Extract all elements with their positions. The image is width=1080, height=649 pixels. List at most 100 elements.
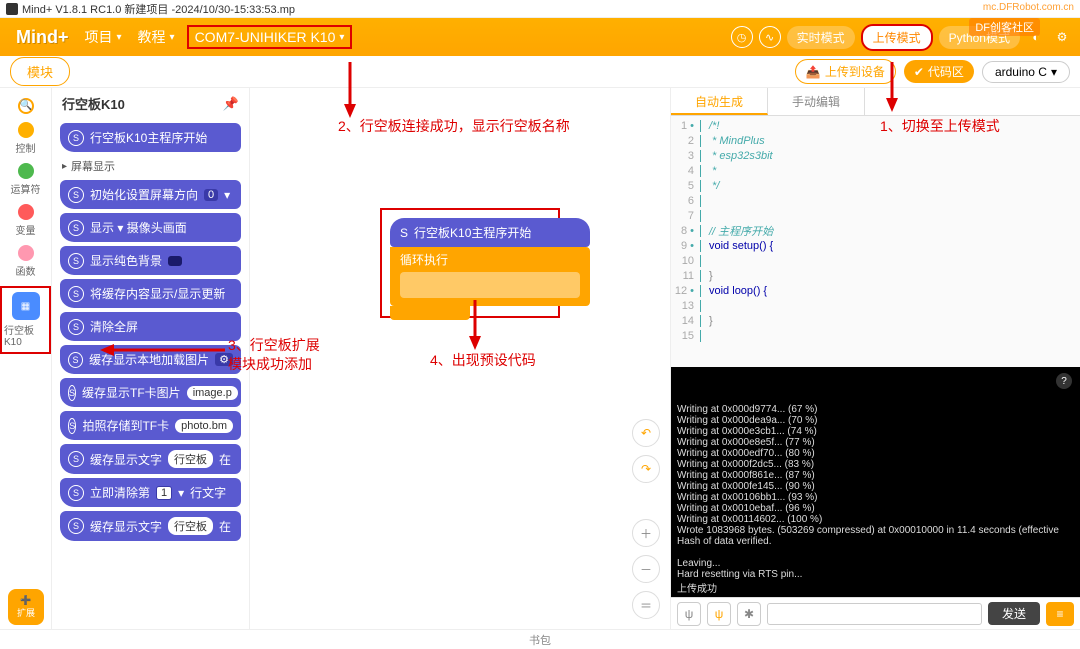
block-param[interactable]: photo.bm [175,419,233,433]
console-help-icon[interactable]: ? [1056,373,1072,389]
watermark-logo: DF创客社区 [969,18,1040,36]
serial-console[interactable]: ? Writing at 0x000d9774... (67 %) Writin… [671,367,1080,597]
chart-icon[interactable]: ∿ [759,26,781,48]
serial-send-bar: ψ ψ ✱ 发送 ≡ [671,597,1080,629]
block-show-local-image[interactable]: S缓存显示本地加载图片 ⚙ [60,345,241,374]
send-button[interactable]: 发送 [988,602,1040,625]
block-icon: S [68,418,76,434]
code-line: 8// 主程序开始 [671,223,1080,238]
block-icon: S [68,220,84,236]
category-control[interactable]: 控制 [16,122,36,155]
ext-label: 扩展 [17,606,35,619]
watermark-url: mc.DFRobot.com.cn [983,2,1074,13]
language-selector[interactable]: arduino C ▾ [982,61,1070,83]
code-view[interactable]: 1/*!2 * MindPlus3 * esp32s3bit4 *5 */678… [671,116,1080,367]
bug-icon[interactable]: ✱ [737,602,761,626]
gauge-icon[interactable]: ◷ [731,26,753,48]
menu-tutorial-label: 教程 [138,27,166,47]
upload-to-device-button[interactable]: 📤 上传到设备 [795,59,896,84]
block-label: 缓存显示TF卡图片 [82,384,181,401]
block-bg-color[interactable]: S显示纯色背景 [60,246,241,275]
block-show-camera[interactable]: S 显示 ▾ 摄像头画面 [60,213,241,242]
block-show-text-2[interactable]: S缓存显示文字 行空板 在 [60,511,241,541]
serial-input[interactable] [767,603,982,625]
category-search[interactable]: 🔍 [18,98,34,114]
settings-gear-icon[interactable]: ⚙ [1052,27,1072,47]
block-main-start[interactable]: S 行空板K10主程序开始 [60,123,241,152]
extensions-button[interactable]: ➕扩展 [8,589,44,625]
block-param[interactable]: 行空板 [168,517,213,535]
block-label: 缓存显示文字 [90,451,162,468]
block-init-orientation[interactable]: S初始化设置屏幕方向 0 ▾ [60,180,241,209]
usb-active-icon[interactable]: ψ [707,602,731,626]
pin-icon[interactable]: 📌 [223,96,239,112]
category-k10[interactable]: ▦行空板K10 [0,286,51,354]
canvas-hat-block[interactable]: S行空板K10主程序开始 [390,218,590,247]
menu-tutorial[interactable]: 教程 [130,27,183,47]
mode-realtime-button[interactable]: 实时模式 [787,26,855,49]
mode-upload-button[interactable]: 上传模式 [861,24,933,51]
sub-toolbar: 模块 📤 上传到设备 ✔ 代码区 arduino C ▾ [0,56,1080,88]
category-rail: 🔍 控制 运算符 变量 函数 ▦行空板K10 [0,88,52,629]
window-titlebar: Mind+ V1.8.1 RC1.0 新建项目 -2024/10/30-15:3… [0,0,1080,18]
block-palette: 行空板K10📌 S行空板K10主程序开始 屏幕显示 S初始化设置屏幕方向 0 ▾… [52,88,250,629]
redo-button[interactable]: ↷ [632,455,660,483]
connection-label: COM7-UNIHIKER K10 [195,29,336,45]
code-tabs: 自动生成 手动编辑 [671,88,1080,116]
app-logo: Mind+ [8,27,77,48]
code-line: 1/*! [671,118,1080,133]
connection-selector[interactable]: COM7-UNIHIKER K10 [187,25,353,49]
script-canvas[interactable]: S行空板K10主程序开始 循环执行 ↶ ↷ ＋ － ＝ [250,88,670,629]
block-label: 行空板K10主程序开始 [90,129,207,146]
tab-auto-generate[interactable]: 自动生成 [671,88,768,115]
block-clear-screen[interactable]: S清除全屏 [60,312,241,341]
block-param[interactable]: 0 [204,189,218,201]
block-param[interactable]: image.p [187,386,238,400]
zoom-in-button[interactable]: ＋ [632,519,660,547]
cat-k10-label: 行空板K10 [4,322,47,348]
category-functions[interactable]: 函数 [16,245,36,278]
block-show-tf-image[interactable]: S 缓存显示TF卡图片 image.p [60,378,241,407]
canvas-loop-block[interactable]: 循环执行 [390,247,590,306]
code-area-toggle[interactable]: ✔ 代码区 [904,60,974,83]
chevron-down-icon: ▾ [1051,65,1057,79]
tab-manual-edit[interactable]: 手动编辑 [768,88,865,115]
block-icon: S [68,130,84,146]
palette-section-screen: 屏幕显示 [52,156,249,176]
block-photo-to-tf[interactable]: S拍照存储到TF卡 photo.bm [60,411,241,440]
canvas-program-block[interactable]: S行空板K10主程序开始 循环执行 [390,218,590,320]
block-show-text[interactable]: S缓存显示文字 行空板 在 [60,444,241,474]
tab-blocks[interactable]: 模块 [10,57,70,86]
canvas-loop-label: 循环执行 [400,253,448,267]
category-operators[interactable]: 运算符 [11,163,41,196]
backpack-bar[interactable]: 书包 [0,629,1080,649]
color-swatch[interactable] [168,256,182,266]
block-clear-line[interactable]: S立即清除第 1 ▾ 行文字 [60,478,241,507]
code-line: 11} [671,268,1080,283]
serial-menu-icon[interactable]: ≡ [1046,602,1074,626]
zoom-out-button[interactable]: － [632,555,660,583]
menu-project[interactable]: 项目 [77,27,130,47]
block-param[interactable]: 1 [156,486,172,500]
category-variables[interactable]: 变量 [16,204,36,237]
app-icon [6,3,18,15]
block-cache-update[interactable]: S将缓存内容显示/显示更新 [60,279,241,308]
gear-param-icon[interactable]: ⚙ [215,353,233,366]
operators-dot-icon [18,163,34,179]
code-line: 15 [671,328,1080,343]
block-icon: S [68,385,76,401]
console-output: Writing at 0x000d9774... (67 %) Writing … [677,404,1074,595]
undo-button[interactable]: ↶ [632,419,660,447]
block-label-at2: 在 [219,518,231,535]
usb-icon[interactable]: ψ [677,602,701,626]
block-label: 立即清除第 [90,484,150,501]
backpack-label: 书包 [529,632,551,648]
search-icon: 🔍 [18,98,34,114]
block-label: 显示 ▾ 摄像头画面 [90,219,187,236]
loop-slot[interactable] [400,272,580,298]
block-label-linetxt: 行文字 [190,484,226,501]
block-param[interactable]: 行空板 [168,450,213,468]
zoom-reset-button[interactable]: ＝ [632,591,660,619]
block-label: 缓存显示文字 [90,518,162,535]
cat-variables-label: 变量 [16,222,36,237]
